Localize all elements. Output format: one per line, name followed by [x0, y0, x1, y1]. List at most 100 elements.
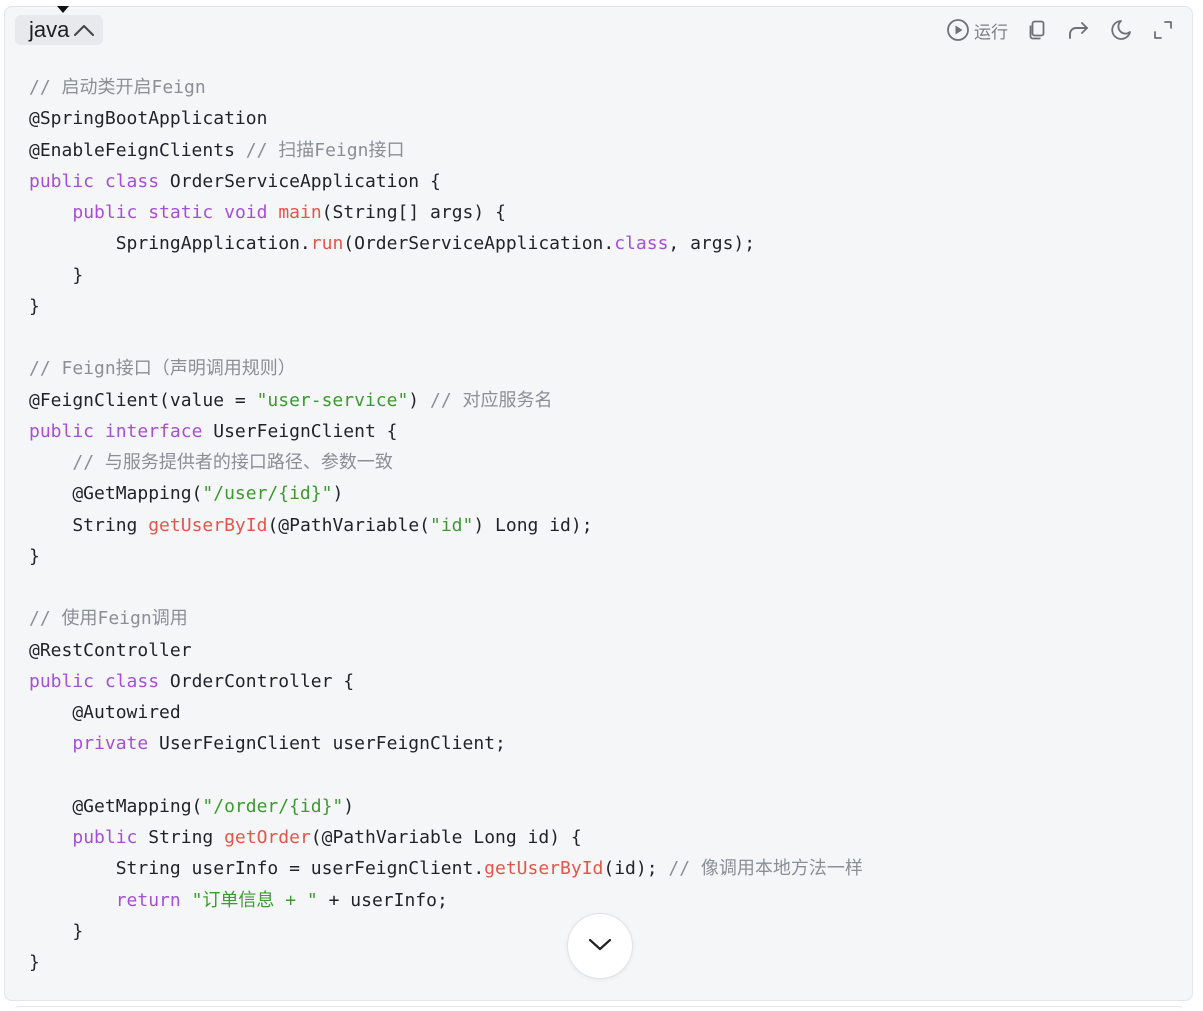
code-line: // 启动类开启Feign — [29, 72, 1180, 103]
code-token-keyword: class — [104, 170, 160, 192]
code-token-string: "id" — [430, 514, 474, 536]
code-token-comment: // 与服务提供者的接口路径、参数一致 — [72, 452, 393, 473]
expand-button[interactable] — [1150, 17, 1176, 43]
code-content[interactable]: // 启动类开启Feign @SpringBootApplication @Enab… — [29, 72, 1180, 978]
code-token-plain: ) — [332, 483, 344, 505]
code-token-keyword: interface — [104, 420, 203, 442]
code-token-keyword: public — [29, 420, 95, 442]
code-token-func: run — [310, 233, 344, 255]
code-line: @Autowired — [29, 697, 1180, 728]
code-token-plain: @GetMapping( — [29, 795, 203, 817]
language-label: java — [29, 17, 70, 42]
code-line: public String getOrder(@PathVariable Lon… — [29, 822, 1180, 853]
code-token-plain: UserFeignClient userFeignClient; — [148, 733, 506, 755]
code-token-plain: ) — [343, 795, 355, 817]
next-block-edge — [14, 1006, 1184, 1011]
run-button-label: 运行 — [974, 22, 1008, 43]
code-token-plain: } — [29, 264, 84, 286]
code-token-keyword: public — [72, 202, 138, 223]
code-token-plain: String — [137, 827, 225, 848]
code-token-string: "/user/{id}" — [202, 483, 333, 505]
code-token-plain: @GetMapping( — [29, 483, 203, 505]
code-line: String getUserById(@PathVariable("id") L… — [29, 510, 1180, 541]
code-token-plain: String userInfo = userFeignClient. — [29, 858, 485, 880]
code-token-keyword: private — [72, 733, 149, 755]
code-line: @SpringBootApplication — [29, 103, 1180, 134]
share-button[interactable] — [1066, 17, 1092, 43]
code-token-plain: } — [29, 952, 40, 973]
code-token-keyword: public — [29, 670, 95, 692]
code-line: SpringApplication.run(OrderServiceApplic… — [29, 228, 1180, 259]
language-selector[interactable]: java — [15, 15, 104, 45]
code-line: public class OrderController { — [29, 666, 1180, 697]
code-line: // 使用Feign调用 — [29, 603, 1180, 634]
code-token-comment: // Feign接口（声明调用规则） — [29, 358, 296, 380]
theme-toggle-button[interactable] — [1108, 17, 1134, 43]
code-token-plain: (OrderServiceApplication. — [343, 233, 615, 255]
code-token-func: getUserById — [148, 514, 268, 536]
code-token-func: main — [278, 202, 322, 223]
code-token-comment: // 对应服务名 — [429, 389, 553, 411]
code-token-plain: (@PathVariable( — [267, 514, 430, 536]
toolbar-actions: 运行 — [946, 15, 1176, 45]
code-token-string: "user-service" — [256, 389, 409, 411]
code-line: private UserFeignClient userFeignClient; — [29, 728, 1180, 759]
code-token-plain: } — [29, 295, 40, 317]
code-token-plain: String — [29, 514, 149, 536]
code-line: // Feign接口（声明调用规则） — [29, 353, 1180, 384]
chevron-up-icon — [73, 23, 95, 37]
expand-icon — [1152, 19, 1174, 41]
code-block: java 运行 // 启动类开启Feign @SpringBootApplica… — [4, 6, 1193, 1001]
code-token-comment: // 启动类开启Feign — [29, 77, 206, 98]
scroll-down-button[interactable] — [567, 913, 633, 979]
code-line: public class OrderServiceApplication { — [29, 166, 1180, 197]
code-line: String userInfo = userFeignClient.getUse… — [29, 853, 1180, 884]
code-line: @EnableFeignClients // 扫描Feign接口 — [29, 135, 1180, 166]
code-token-keyword: class — [104, 670, 160, 692]
code-line: public static void main(String[] args) { — [29, 197, 1180, 228]
code-token-plain: @EnableFeignClients — [29, 139, 246, 161]
code-token-plain: UserFeignClient { — [202, 420, 398, 442]
code-token-plain: (@PathVariable Long id) { — [310, 827, 582, 848]
code-line: @GetMapping("/user/{id}") — [29, 478, 1180, 509]
code-line: } — [29, 291, 1180, 322]
code-line: @RestController — [29, 635, 1180, 666]
code-token-keyword: class — [614, 233, 669, 255]
code-token-plain: ) Long id); — [473, 514, 593, 536]
code-line: @FeignClient(value = "user-service") // … — [29, 385, 1180, 416]
code-token-plain: } — [29, 920, 84, 942]
code-token-plain: (String[] args) { — [321, 202, 506, 223]
copy-button[interactable] — [1024, 17, 1050, 43]
code-token-plain: (id); — [603, 858, 669, 880]
code-token-keyword: public — [72, 827, 138, 848]
code-token-plain: SpringApplication. — [29, 233, 311, 255]
code-token-plain: OrderServiceApplication { — [159, 170, 441, 192]
code-token-plain: OrderController { — [159, 670, 355, 692]
code-token-comment: // 使用Feign调用 — [29, 608, 188, 630]
code-line: } — [29, 541, 1180, 572]
code-token-keyword: return — [115, 889, 181, 911]
code-token-func: getOrder — [224, 827, 311, 848]
code-token-string: "/order/{id}" — [202, 795, 344, 817]
code-token-keyword: void — [224, 202, 268, 223]
code-token-comment: // 扫描Feign接口 — [245, 139, 405, 161]
run-button[interactable]: 运行 — [946, 18, 1008, 43]
code-token-plain: ) — [408, 389, 430, 411]
code-token-plain: @FeignClient(value = — [29, 389, 257, 411]
code-line: public interface UserFeignClient { — [29, 416, 1180, 447]
code-line: } — [29, 260, 1180, 291]
code-token-plain: } — [29, 545, 40, 567]
code-line: return "订单信息 + " + userInfo; — [29, 885, 1180, 916]
code-token-plain: @Autowired — [29, 702, 181, 723]
